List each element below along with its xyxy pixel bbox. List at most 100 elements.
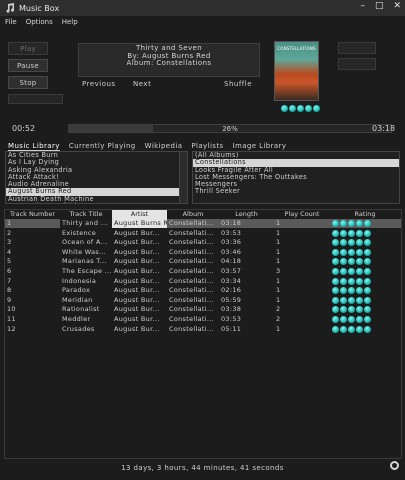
rating-star-icon[interactable] xyxy=(332,287,339,295)
rating-star-icon[interactable] xyxy=(340,229,347,237)
rating-star-icon[interactable] xyxy=(364,268,371,275)
side-button-1[interactable] xyxy=(338,42,376,54)
rating-star-icon[interactable] xyxy=(340,258,347,266)
rating-star-icon[interactable] xyxy=(305,105,312,112)
track-rating[interactable] xyxy=(330,296,400,305)
track-rating[interactable] xyxy=(330,229,400,238)
column-header-track-title[interactable]: Track Title xyxy=(60,210,112,219)
volume-slider[interactable] xyxy=(8,94,63,104)
close-button[interactable]: ✕ xyxy=(393,1,401,11)
side-button-2[interactable] xyxy=(338,58,376,70)
maximize-button[interactable]: □ xyxy=(375,1,384,11)
rating-star-icon[interactable] xyxy=(356,325,363,333)
track-row[interactable]: 10 Rationalist August Bur... Constellati...… xyxy=(5,305,401,314)
menu-options[interactable]: Options xyxy=(26,18,53,26)
menu-help[interactable]: Help xyxy=(62,18,78,26)
track-rating[interactable] xyxy=(330,238,400,247)
track-rating[interactable] xyxy=(330,325,400,334)
track-row[interactable]: 1 Thirty and ...August Burns RedConstella… xyxy=(5,219,401,228)
rating-star-icon[interactable] xyxy=(364,277,371,285)
now-playing-rating[interactable] xyxy=(281,105,320,112)
rating-star-icon[interactable] xyxy=(340,248,347,256)
column-header-artist[interactable]: Artist xyxy=(112,210,167,219)
track-rating[interactable] xyxy=(330,277,400,286)
rating-star-icon[interactable] xyxy=(364,316,371,323)
rating-star-icon[interactable] xyxy=(340,325,347,333)
track-row[interactable]: 4 White Was... August Bur... Constellati...… xyxy=(5,248,401,257)
rating-star-icon[interactable] xyxy=(340,287,347,295)
play-button[interactable]: Play xyxy=(8,42,48,55)
next-button[interactable]: Next xyxy=(133,80,151,88)
rating-star-icon[interactable] xyxy=(356,296,363,304)
rating-star-icon[interactable] xyxy=(332,220,339,227)
rating-star-icon[interactable] xyxy=(332,268,339,275)
rating-star-icon[interactable] xyxy=(348,220,355,227)
rating-star-icon[interactable] xyxy=(340,239,347,247)
track-row[interactable]: 2 Existence August Bur... Constellati... 03:… xyxy=(5,229,401,238)
rating-star-icon[interactable] xyxy=(356,306,363,314)
track-row[interactable]: 9 Meridian August Bur... Constellati... 05:5… xyxy=(5,296,401,305)
track-row[interactable]: 7 Indonesia August Bur... Constellati... 03:… xyxy=(5,277,401,286)
track-rating[interactable] xyxy=(330,257,400,266)
album-list[interactable]: (All Albums) Constellations Looks Fragile … xyxy=(192,151,400,204)
rating-star-icon[interactable] xyxy=(340,268,347,275)
track-rating[interactable] xyxy=(330,286,400,295)
tab-image-library[interactable]: Image Library xyxy=(233,142,287,151)
rating-star-icon[interactable] xyxy=(348,277,355,285)
rating-star-icon[interactable] xyxy=(364,239,371,247)
rating-star-icon[interactable] xyxy=(364,248,371,256)
shuffle-button[interactable]: Shuffle xyxy=(224,80,252,88)
track-row[interactable]: 8 Paradox August Bur... Constellati... 02:16… xyxy=(5,286,401,295)
track-rating[interactable] xyxy=(330,248,400,257)
rating-star-icon[interactable] xyxy=(356,239,363,247)
menu-file[interactable]: File xyxy=(5,18,17,26)
rating-star-icon[interactable] xyxy=(348,296,355,304)
tab-wikipedia[interactable]: Wikipedia xyxy=(145,142,183,151)
artist-list-item[interactable]: Avenged Sevenfold xyxy=(8,202,76,203)
rating-star-icon[interactable] xyxy=(356,316,363,323)
rating-star-icon[interactable] xyxy=(340,316,347,323)
rating-star-icon[interactable] xyxy=(348,229,355,237)
rating-star-icon[interactable] xyxy=(348,325,355,333)
rating-star-icon[interactable] xyxy=(332,306,339,314)
track-rating[interactable] xyxy=(330,267,400,276)
column-header-track-number[interactable]: Track Number xyxy=(5,210,60,219)
track-rating[interactable] xyxy=(330,315,400,324)
album-list-item[interactable]: Thrill Seeker xyxy=(193,188,399,196)
rating-star-icon[interactable] xyxy=(364,287,371,295)
rating-star-icon[interactable] xyxy=(348,258,355,266)
artist-list[interactable]: As Cities Burn As I Lay Dying Asking Alexa… xyxy=(5,151,188,204)
track-rating[interactable] xyxy=(330,305,400,314)
seek-bar[interactable]: 26% xyxy=(68,124,392,133)
rating-star-icon[interactable] xyxy=(364,229,371,237)
rating-star-icon[interactable] xyxy=(348,316,355,323)
pause-button[interactable]: Pause xyxy=(8,59,48,72)
rating-star-icon[interactable] xyxy=(340,296,347,304)
track-row[interactable]: 12 Crusades August Bur... Constellati... 05:… xyxy=(5,325,401,334)
rating-star-icon[interactable] xyxy=(332,316,339,323)
rating-star-icon[interactable] xyxy=(289,105,296,112)
artist-list-scrollbar[interactable] xyxy=(179,152,187,203)
rating-star-icon[interactable] xyxy=(313,105,320,112)
rating-star-icon[interactable] xyxy=(340,220,347,227)
rating-star-icon[interactable] xyxy=(356,268,363,275)
column-header-rating[interactable]: Rating xyxy=(330,210,400,219)
rating-star-icon[interactable] xyxy=(356,277,363,285)
column-header-length[interactable]: Length xyxy=(219,210,274,219)
rating-star-icon[interactable] xyxy=(364,220,371,227)
rating-star-icon[interactable] xyxy=(297,105,304,112)
tab-playlists[interactable]: Playlists xyxy=(191,142,223,151)
rating-star-icon[interactable] xyxy=(348,306,355,314)
rating-star-icon[interactable] xyxy=(281,105,288,112)
tab-music-library[interactable]: Music Library xyxy=(8,142,60,151)
rating-star-icon[interactable] xyxy=(332,229,339,237)
settings-icon[interactable] xyxy=(390,461,399,470)
rating-star-icon[interactable] xyxy=(356,220,363,227)
rating-star-icon[interactable] xyxy=(356,287,363,295)
rating-star-icon[interactable] xyxy=(356,229,363,237)
rating-star-icon[interactable] xyxy=(340,306,347,314)
track-row[interactable]: 6 The Escape ... August Bur... Constellati.… xyxy=(5,267,401,276)
tab-currently-playing[interactable]: Currently Playing xyxy=(69,142,136,151)
rating-star-icon[interactable] xyxy=(348,268,355,275)
rating-star-icon[interactable] xyxy=(348,248,355,256)
